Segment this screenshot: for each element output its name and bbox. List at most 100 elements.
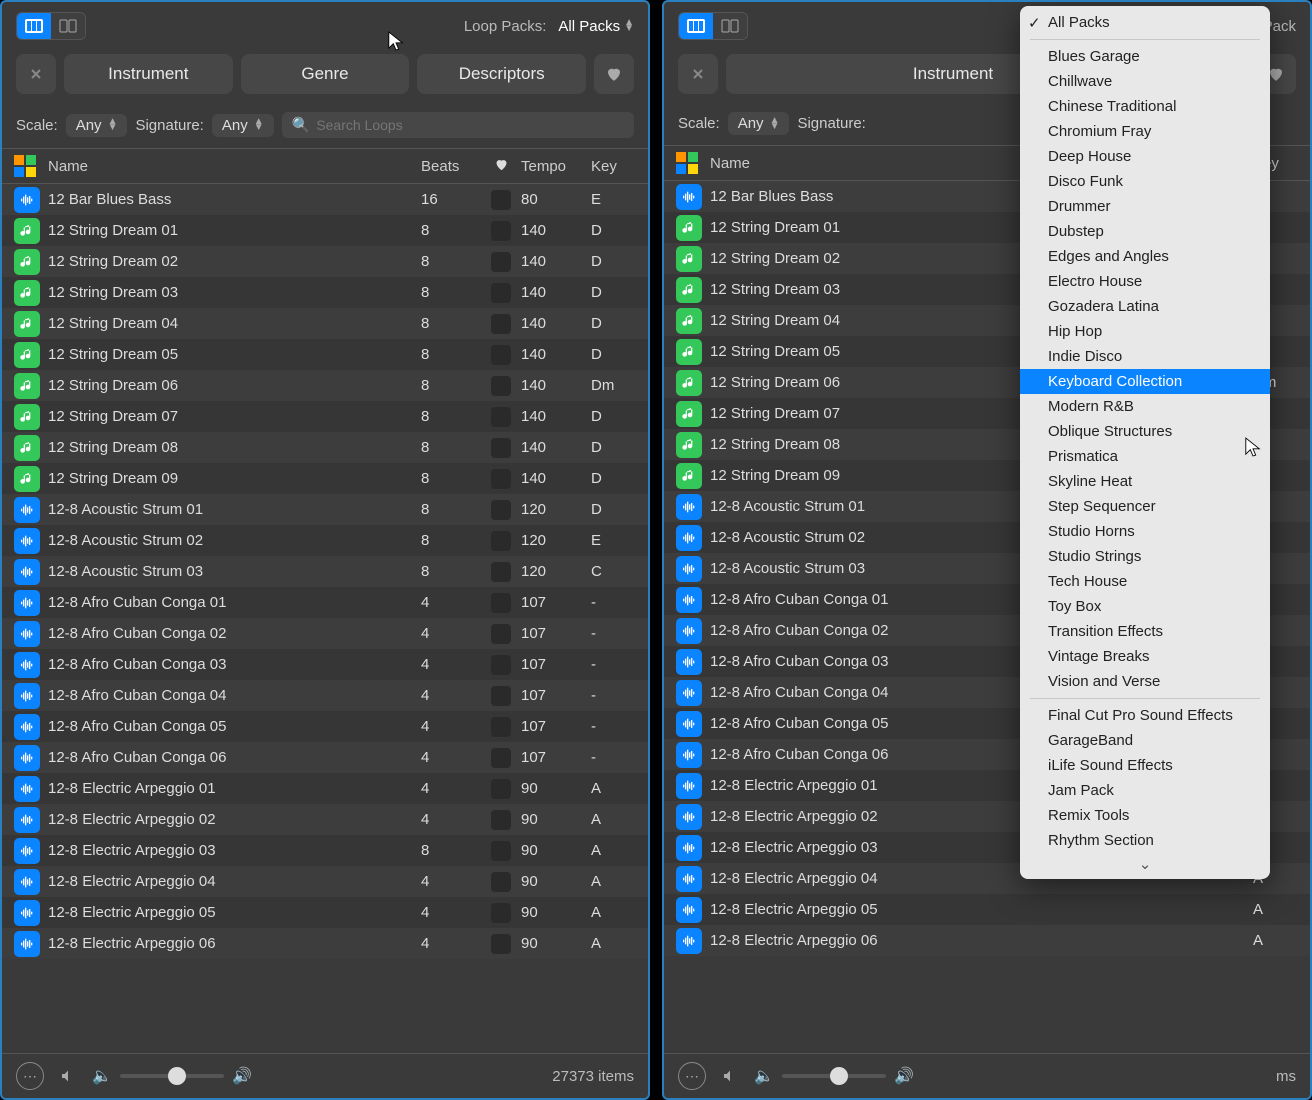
column-category-icon[interactable] <box>14 155 48 177</box>
menu-item[interactable]: Vintage Breaks <box>1020 644 1270 669</box>
menu-item[interactable]: Modern R&B <box>1020 394 1270 419</box>
view-grid-button[interactable] <box>17 13 51 39</box>
menu-item[interactable]: Chromium Fray <box>1020 119 1270 144</box>
menu-item[interactable]: Edges and Angles <box>1020 244 1270 269</box>
menu-item[interactable]: Dubstep <box>1020 219 1270 244</box>
menu-item[interactable]: Transition Effects <box>1020 619 1270 644</box>
clear-filters-button[interactable] <box>678 54 718 94</box>
menu-item[interactable]: Prismatica <box>1020 444 1270 469</box>
tab-instrument[interactable]: Instrument <box>64 54 233 94</box>
table-row[interactable]: 12-8 Electric Arpeggio 02490A <box>2 804 648 835</box>
table-row[interactable]: 12-8 Afro Cuban Conga 024107- <box>2 618 648 649</box>
table-row[interactable]: 12 String Dream 088140D <box>2 432 648 463</box>
loop-favorite-toggle[interactable] <box>481 190 521 210</box>
column-tempo[interactable]: Tempo <box>521 158 591 175</box>
loop-favorite-toggle[interactable] <box>481 655 521 675</box>
view-grid-button[interactable] <box>679 13 713 39</box>
table-row[interactable]: 12 String Dream 048140D <box>2 308 648 339</box>
loop-favorite-toggle[interactable] <box>481 314 521 334</box>
table-row[interactable]: 12 String Dream 038140D <box>2 277 648 308</box>
menu-item[interactable]: Indie Disco <box>1020 344 1270 369</box>
menu-item[interactable]: Jam Pack <box>1020 778 1270 803</box>
column-name[interactable]: Name <box>48 158 421 175</box>
menu-item[interactable]: Gozadera Latina <box>1020 294 1270 319</box>
menu-item[interactable]: GarageBand <box>1020 728 1270 753</box>
tab-descriptors[interactable]: Descriptors <box>417 54 586 94</box>
volume-thumb[interactable] <box>830 1067 848 1085</box>
loop-packs-menu[interactable]: All Packs Blues GarageChillwaveChinese Tr… <box>1020 6 1270 879</box>
loop-options-button[interactable]: ⋯ <box>16 1062 44 1090</box>
loop-favorite-toggle[interactable] <box>481 717 521 737</box>
table-row[interactable]: 12-8 Electric Arpeggio 05A <box>664 894 1310 925</box>
loop-favorite-toggle[interactable] <box>481 283 521 303</box>
scale-select[interactable]: Any ▲▼ <box>728 112 790 135</box>
menu-item[interactable]: Remix Tools <box>1020 803 1270 828</box>
volume-slider[interactable]: 🔈 🔊 <box>754 1066 914 1086</box>
search-box[interactable]: 🔍 <box>282 112 634 138</box>
volume-thumb[interactable] <box>168 1067 186 1085</box>
preview-play-button[interactable] <box>54 1062 82 1090</box>
table-row[interactable]: 12-8 Afro Cuban Conga 044107- <box>2 680 648 711</box>
menu-item[interactable]: Chillwave <box>1020 69 1270 94</box>
volume-track[interactable] <box>120 1074 224 1078</box>
menu-item[interactable]: Electro House <box>1020 269 1270 294</box>
view-columns-button[interactable] <box>51 13 85 39</box>
menu-item[interactable]: All Packs <box>1020 10 1270 35</box>
table-row[interactable]: 12 String Dream 018140D <box>2 215 648 246</box>
loop-options-button[interactable]: ⋯ <box>678 1062 706 1090</box>
menu-item[interactable]: Chinese Traditional <box>1020 94 1270 119</box>
table-row[interactable]: 12 String Dream 068140Dm <box>2 370 648 401</box>
view-columns-button[interactable] <box>713 13 747 39</box>
menu-item[interactable]: Deep House <box>1020 144 1270 169</box>
loop-favorite-toggle[interactable] <box>481 438 521 458</box>
table-row[interactable]: 12-8 Afro Cuban Conga 034107- <box>2 649 648 680</box>
loop-favorite-toggle[interactable] <box>481 624 521 644</box>
column-category-icon[interactable] <box>676 152 710 174</box>
loop-favorite-toggle[interactable] <box>481 345 521 365</box>
menu-item[interactable]: Oblique Structures <box>1020 419 1270 444</box>
menu-item[interactable]: Vision and Verse <box>1020 669 1270 694</box>
loop-favorite-toggle[interactable] <box>481 593 521 613</box>
menu-item[interactable]: Studio Horns <box>1020 519 1270 544</box>
table-row[interactable]: 12 Bar Blues Bass1680E <box>2 184 648 215</box>
menu-item[interactable]: Blues Garage <box>1020 44 1270 69</box>
tab-genre[interactable]: Genre <box>241 54 410 94</box>
table-row[interactable]: 12-8 Electric Arpeggio 03890A <box>2 835 648 866</box>
table-row[interactable]: 12-8 Electric Arpeggio 06490A <box>2 928 648 959</box>
table-row[interactable]: 12 String Dream 078140D <box>2 401 648 432</box>
volume-track[interactable] <box>782 1074 886 1078</box>
loop-favorite-toggle[interactable] <box>481 500 521 520</box>
loop-favorite-toggle[interactable] <box>481 252 521 272</box>
table-row[interactable]: 12-8 Acoustic Strum 018120D <box>2 494 648 525</box>
table-row[interactable]: 12-8 Acoustic Strum 038120C <box>2 556 648 587</box>
menu-item[interactable]: Drummer <box>1020 194 1270 219</box>
loop-favorite-toggle[interactable] <box>481 779 521 799</box>
loop-favorite-toggle[interactable] <box>481 686 521 706</box>
table-row[interactable]: 12-8 Acoustic Strum 028120E <box>2 525 648 556</box>
loop-favorite-toggle[interactable] <box>481 748 521 768</box>
loop-favorite-toggle[interactable] <box>481 221 521 241</box>
table-row[interactable]: 12-8 Electric Arpeggio 06A <box>664 925 1310 956</box>
menu-item[interactable]: Hip Hop <box>1020 319 1270 344</box>
loop-favorite-toggle[interactable] <box>481 872 521 892</box>
menu-item[interactable]: Studio Strings <box>1020 544 1270 569</box>
table-row[interactable]: 12-8 Electric Arpeggio 01490A <box>2 773 648 804</box>
column-beats[interactable]: Beats <box>421 158 481 175</box>
scale-select[interactable]: Any ▲▼ <box>66 114 128 137</box>
loop-favorite-toggle[interactable] <box>481 407 521 427</box>
table-row[interactable]: 12-8 Electric Arpeggio 05490A <box>2 897 648 928</box>
table-row[interactable]: 12-8 Afro Cuban Conga 064107- <box>2 742 648 773</box>
menu-item[interactable]: Skyline Heat <box>1020 469 1270 494</box>
clear-filters-button[interactable] <box>16 54 56 94</box>
table-row[interactable]: 12 String Dream 098140D <box>2 463 648 494</box>
loop-favorite-toggle[interactable] <box>481 562 521 582</box>
table-row[interactable]: 12-8 Afro Cuban Conga 054107- <box>2 711 648 742</box>
loop-favorite-toggle[interactable] <box>481 841 521 861</box>
menu-item[interactable]: Rhythm Section <box>1020 828 1270 853</box>
menu-item[interactable]: Tech House <box>1020 569 1270 594</box>
menu-item[interactable]: iLife Sound Effects <box>1020 753 1270 778</box>
loop-packs-dropdown[interactable]: All Packs ▲▼ <box>558 18 634 35</box>
menu-item[interactable]: Keyboard Collection <box>1020 369 1270 394</box>
preview-play-button[interactable] <box>716 1062 744 1090</box>
loop-favorite-toggle[interactable] <box>481 376 521 396</box>
